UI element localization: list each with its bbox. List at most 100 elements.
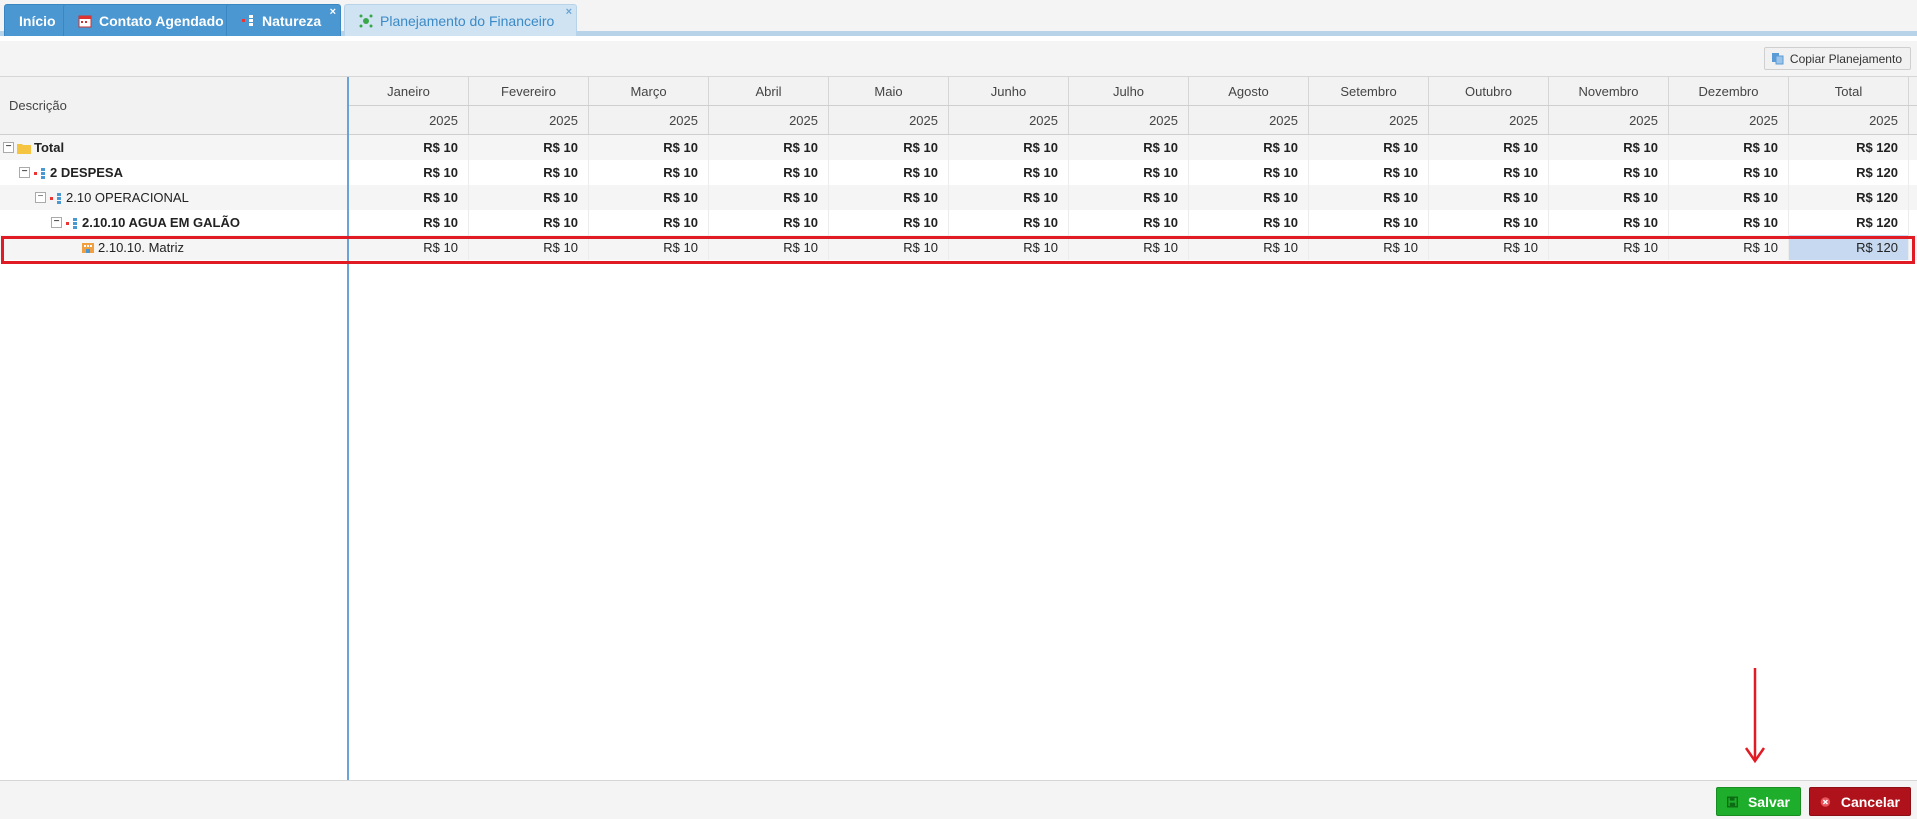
- collapse-toggle-icon[interactable]: −: [35, 192, 46, 203]
- value-cell[interactable]: R$ 10: [1669, 135, 1789, 160]
- description-header: Descrição: [0, 77, 347, 135]
- value-cell[interactable]: R$ 10: [1069, 160, 1189, 185]
- value-cell[interactable]: R$ 10: [349, 160, 469, 185]
- value-cell[interactable]: R$ 10: [709, 235, 829, 260]
- value-cell[interactable]: R$ 10: [1069, 135, 1189, 160]
- value-cell[interactable]: R$ 10: [1069, 210, 1189, 235]
- tab-label: Planejamento do Financeiro: [380, 12, 555, 29]
- value-cell[interactable]: R$ 10: [349, 235, 469, 260]
- close-icon[interactable]: ×: [566, 7, 572, 18]
- cancel-button[interactable]: Cancelar: [1809, 787, 1911, 816]
- value-cell[interactable]: R$ 10: [829, 185, 949, 210]
- value-cell[interactable]: R$ 10: [1189, 160, 1309, 185]
- value-cell[interactable]: R$ 10: [1309, 235, 1429, 260]
- value-cell[interactable]: R$ 10: [829, 235, 949, 260]
- tree-row-operacional[interactable]: − 2.10 OPERACIONAL: [0, 185, 347, 210]
- value-cell[interactable]: R$ 10: [349, 135, 469, 160]
- value-cell[interactable]: R$ 10: [829, 135, 949, 160]
- save-button[interactable]: Salvar: [1716, 787, 1801, 816]
- value-cell[interactable]: R$ 10: [1429, 135, 1549, 160]
- value-cell[interactable]: R$ 10: [589, 210, 709, 235]
- value-cell[interactable]: R$ 10: [1549, 160, 1669, 185]
- arrow-down-icon: [1744, 668, 1766, 764]
- value-cell[interactable]: R$ 10: [589, 185, 709, 210]
- planning-grid: Descrição − Total − 2 DESPESA − 2.10 OPE…: [0, 77, 1917, 780]
- close-icon[interactable]: ×: [330, 7, 336, 18]
- value-cell[interactable]: R$ 10: [1549, 235, 1669, 260]
- tree-row-total[interactable]: − Total: [0, 135, 347, 160]
- value-cell[interactable]: R$ 10: [949, 235, 1069, 260]
- value-cell[interactable]: R$ 120: [1789, 135, 1909, 160]
- value-cell[interactable]: R$ 10: [949, 160, 1069, 185]
- value-cell[interactable]: R$ 10: [1429, 235, 1549, 260]
- value-cell[interactable]: R$ 10: [949, 185, 1069, 210]
- value-cell[interactable]: R$ 10: [709, 210, 829, 235]
- value-cell[interactable]: R$ 10: [1189, 135, 1309, 160]
- value-cell[interactable]: R$ 10: [1309, 135, 1429, 160]
- value-cell[interactable]: R$ 10: [1189, 210, 1309, 235]
- footer-bar: Salvar Cancelar: [0, 780, 1917, 819]
- value-cell[interactable]: R$ 10: [589, 235, 709, 260]
- month-header: Abril: [709, 77, 829, 105]
- value-cell[interactable]: R$ 120: [1789, 160, 1909, 185]
- value-cell[interactable]: R$ 10: [1189, 235, 1309, 260]
- tab-natureza[interactable]: Natureza ×: [226, 4, 341, 36]
- value-cell[interactable]: R$ 10: [349, 210, 469, 235]
- value-cell[interactable]: R$ 10: [1669, 235, 1789, 260]
- value-cell[interactable]: R$ 10: [1429, 210, 1549, 235]
- value-cell[interactable]: R$ 10: [829, 210, 949, 235]
- tab-contato-agendado[interactable]: Contato Agendado: [63, 4, 239, 36]
- value-cell[interactable]: R$ 10: [469, 160, 589, 185]
- collapse-toggle-icon[interactable]: −: [51, 217, 62, 228]
- tab-inicio[interactable]: Início: [4, 4, 71, 36]
- value-cell[interactable]: R$ 120: [1789, 235, 1909, 260]
- value-cell[interactable]: R$ 10: [1549, 210, 1669, 235]
- value-cell[interactable]: R$ 10: [829, 160, 949, 185]
- value-cell[interactable]: R$ 10: [1069, 235, 1189, 260]
- month-header: Junho: [949, 77, 1069, 105]
- value-cell[interactable]: R$ 10: [1669, 210, 1789, 235]
- value-cell[interactable]: R$ 10: [1549, 135, 1669, 160]
- value-cell[interactable]: R$ 10: [1669, 185, 1789, 210]
- year-header: 2025: [829, 106, 949, 134]
- value-cell[interactable]: R$ 10: [1309, 210, 1429, 235]
- value-cell[interactable]: R$ 10: [1549, 185, 1669, 210]
- values-area: Janeiro Fevereiro Março Abril Maio Junho Julho…: [349, 77, 1917, 780]
- value-cell[interactable]: R$ 10: [469, 135, 589, 160]
- month-header: Outubro: [1429, 77, 1549, 105]
- value-cell[interactable]: R$ 10: [1429, 185, 1549, 210]
- value-cell[interactable]: R$ 10: [469, 210, 589, 235]
- value-cell[interactable]: R$ 10: [709, 160, 829, 185]
- value-cell[interactable]: R$ 10: [469, 235, 589, 260]
- month-header: Julho: [1069, 77, 1189, 105]
- value-cell[interactable]: R$ 10: [1309, 185, 1429, 210]
- value-cell[interactable]: R$ 10: [1069, 185, 1189, 210]
- value-row: R$ 10 R$ 10 R$ 10 R$ 10 R$ 10 R$ 10 R$ 10 R$ 10…: [349, 135, 1917, 160]
- value-cell[interactable]: R$ 10: [949, 135, 1069, 160]
- value-cell[interactable]: R$ 10: [709, 135, 829, 160]
- tab-bar: Início Contato Agendado Natureza × Plane…: [0, 0, 1917, 36]
- value-cell[interactable]: R$ 10: [1309, 160, 1429, 185]
- value-cell[interactable]: R$ 10: [589, 160, 709, 185]
- tab-planejamento-financeiro[interactable]: Planejamento do Financeiro ×: [344, 4, 577, 36]
- value-cell[interactable]: R$ 10: [469, 185, 589, 210]
- value-cell[interactable]: R$ 10: [709, 185, 829, 210]
- tree-row-despesa[interactable]: − 2 DESPESA: [0, 160, 347, 185]
- value-cell[interactable]: R$ 120: [1789, 210, 1909, 235]
- collapse-toggle-icon[interactable]: −: [19, 167, 30, 178]
- tree-row-matriz[interactable]: 2.10.10. Matriz: [0, 235, 347, 260]
- collapse-toggle-icon[interactable]: −: [3, 142, 14, 153]
- year-header: 2025: [589, 106, 709, 134]
- value-cell[interactable]: R$ 10: [349, 185, 469, 210]
- cancel-icon: [1820, 796, 1831, 807]
- value-cell[interactable]: R$ 10: [589, 135, 709, 160]
- copy-planning-button[interactable]: Copiar Planejamento: [1763, 47, 1911, 70]
- value-cell[interactable]: R$ 10: [949, 210, 1069, 235]
- value-cell[interactable]: R$ 10: [1189, 185, 1309, 210]
- value-cell[interactable]: R$ 120: [1789, 185, 1909, 210]
- calendar-icon: [78, 15, 92, 27]
- value-cell[interactable]: R$ 10: [1429, 160, 1549, 185]
- month-header: Total: [1789, 77, 1909, 105]
- tree-row-agua-em-galao[interactable]: − 2.10.10 AGUA EM GALÃO: [0, 210, 347, 235]
- value-cell[interactable]: R$ 10: [1669, 160, 1789, 185]
